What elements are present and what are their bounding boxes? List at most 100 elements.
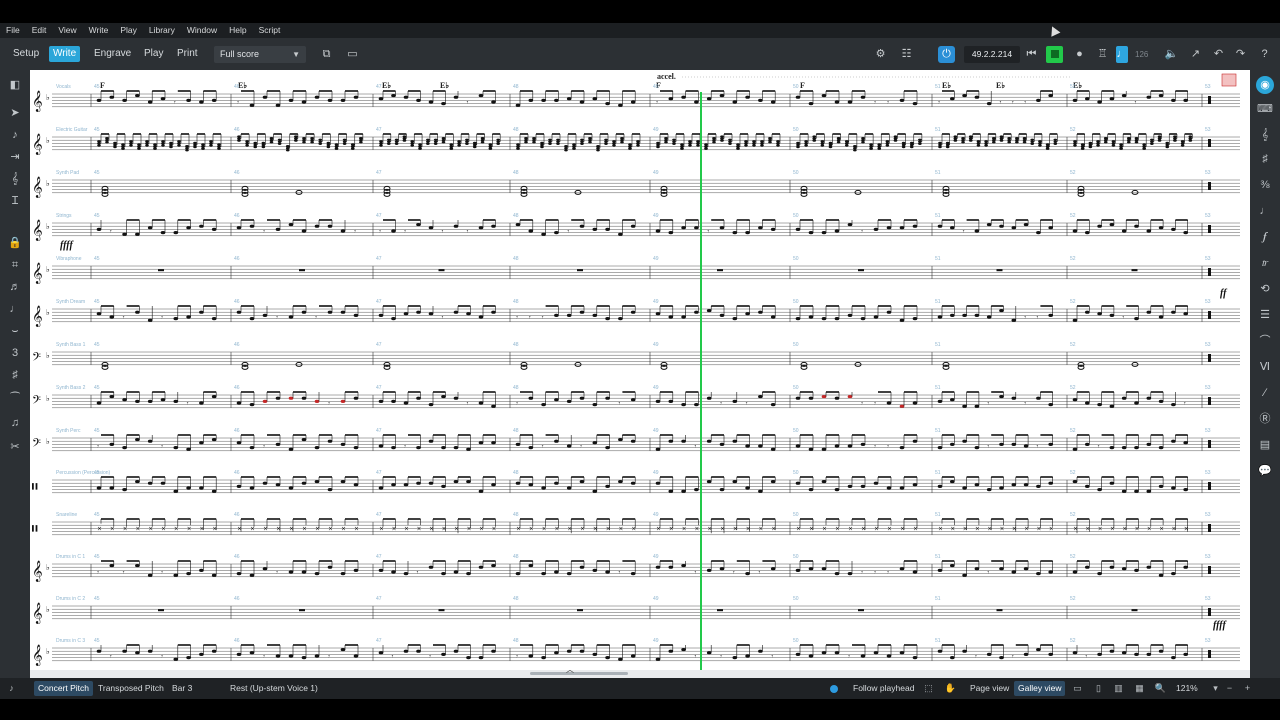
holds-icon[interactable]: ⌒ [1256,332,1274,350]
tempo-icon[interactable]: ♩ [1256,202,1274,220]
notehead [1053,142,1058,145]
playing-techniques-icon[interactable]: Ⅵ [1256,358,1274,376]
notehead [340,310,346,314]
lines-icon[interactable]: ∕ [1256,384,1274,402]
menu-view[interactable]: View [52,23,82,38]
note-input-icon[interactable]: ♪ [6,126,24,144]
zoom-dropdown-icon[interactable]: ▾ [1208,681,1223,696]
ornaments-icon[interactable]: 𝆖 [1256,254,1274,272]
scissors-icon[interactable]: ✂ [6,438,24,456]
menu-play[interactable]: Play [114,23,143,38]
mode-play[interactable]: Play [140,46,167,62]
notehead [1097,488,1102,492]
volume-icon[interactable]: 🔈 [1163,46,1180,63]
time-signature-icon[interactable]: ⅜ [1256,176,1274,194]
open-external-icon[interactable]: ↗ [1187,46,1204,63]
key-signature-icon[interactable]: ♯ [1256,150,1274,168]
undo-icon[interactable]: ↶ [1210,46,1227,63]
mode-setup[interactable]: Setup [9,46,43,62]
eighth-rest: 𝄾 [467,98,469,106]
left-panel-toggle-icon[interactable]: ◧ [6,76,24,94]
grace-note-icon[interactable]: ♬ [6,278,24,296]
zoom-in-icon[interactable]: + [1240,681,1255,696]
single-page-icon[interactable]: ▯ [1091,681,1106,696]
rehearsal-mark-icon[interactable]: Ⓡ [1256,410,1274,428]
menu-window[interactable]: Window [181,23,223,38]
tuplet-icon[interactable]: 3 [6,344,24,362]
play-icon[interactable] [1046,46,1063,63]
galley-view-toggle[interactable]: Galley view [1014,681,1066,696]
page-view-toggle[interactable]: Page view [966,681,1013,696]
mode-engrave[interactable]: Engrave [90,46,135,62]
zoom-out-icon[interactable]: − [1222,681,1237,696]
layout-selector[interactable]: Full score ▼ [214,46,306,63]
mode-print[interactable]: Print [173,46,202,62]
voice-icon[interactable]: ♫ [6,414,24,432]
menu-write[interactable]: Write [83,23,115,38]
zoom-level[interactable]: 121% [1172,681,1202,696]
follow-playhead-toggle[interactable]: Follow playhead [849,681,918,696]
tie-icon[interactable]: ⁀ [6,390,24,408]
score-canvas[interactable]: F E♭ E♭ E♭ F F E♭ E♭ E♭accel.Vocals𝄞 ♭45 46 47 48 49 5… [30,70,1250,670]
help-icon[interactable]: ? [1256,46,1273,63]
lyrics-icon[interactable]: Ɪ [6,192,24,210]
force-duration-icon[interactable]: ⌗ [6,256,24,274]
notehead [795,396,801,400]
notehead [480,141,485,144]
menu-help[interactable]: Help [223,23,252,38]
clef-icon: 𝄢 [32,351,41,367]
mixer-faders-icon[interactable]: ☷ [898,46,915,63]
note-input-status-icon[interactable]: ♪ [4,681,19,696]
menu-script[interactable]: Script [253,23,287,38]
menu-library[interactable]: Library [143,23,181,38]
follow-playhead-toggle-icon[interactable] [830,685,838,693]
page-arrangement-icon[interactable]: ▦ [1132,681,1147,696]
bars-icon[interactable]: ☰ [1256,306,1274,324]
transposed-pitch-toggle[interactable]: Transposed Pitch [94,681,168,696]
menu-edit[interactable]: Edit [26,23,53,38]
keyboard-icon[interactable]: ⌨ [1256,100,1274,118]
horizontal-scrollbar[interactable]: ︿ [30,665,1250,678]
notehead [186,226,191,230]
rewind-icon[interactable]: ⏮ [1023,46,1040,63]
activate-project-icon[interactable]: ⏻ [938,46,955,63]
zoom-icon[interactable]: 🔍 [1153,681,1168,696]
window-view-icon[interactable]: ▭ [344,46,361,63]
redo-icon[interactable]: ↷ [1232,46,1249,63]
metronome-icon[interactable]: ♖ [1094,46,1111,63]
duration-icon[interactable]: ♩ [6,300,24,318]
notehead [1096,144,1100,147]
hand-tool-icon[interactable]: ✋ [943,681,958,696]
chords-icon[interactable]: 𝄞 [6,170,24,188]
score-galley[interactable]: F E♭ E♭ E♭ F F E♭ E♭ E♭ accel. Vocals 𝄞 ♭ 45 46 47 48 49 5… [30,70,1250,670]
layout-options-icon[interactable]: ⧉ [318,46,335,63]
lock-duration-icon[interactable]: 🔒 [6,234,24,252]
comments-icon[interactable]: 💬 [1256,462,1274,480]
notehead [968,139,973,142]
slur-icon[interactable]: ⌣ [6,322,24,340]
repeat-icon[interactable]: ⟲ [1256,280,1274,298]
palette-icon[interactable]: ◉ [1256,76,1274,94]
click-toggle-icon[interactable]: ♩ [1116,46,1128,63]
bar-number: 53 [1205,84,1211,90]
insert-mode-icon[interactable]: ⇥ [6,148,24,166]
select-tool-status-icon[interactable]: ⬚ [921,681,936,696]
dynamics-icon[interactable]: 𝆑 [1256,228,1274,246]
select-tool-icon[interactable]: ➤ [6,104,24,122]
menu-file[interactable]: File [0,23,26,38]
bar-number: 46 [234,428,240,434]
multi-page-icon[interactable]: ▥ [1111,681,1126,696]
key-signature-flat-icon: ♭ [46,265,50,274]
scrollbar-thumb[interactable] [530,672,628,675]
record-icon[interactable]: ● [1071,46,1088,63]
mode-write[interactable]: Write [49,46,81,62]
clef-icon[interactable]: 𝄞 [1256,126,1274,144]
concert-pitch-toggle[interactable]: Concert Pitch [34,681,94,696]
mixer-settings-icon[interactable]: ⚙ [872,46,889,63]
articulation-icon[interactable]: ♯ [6,366,24,384]
expand-panel-chevron-icon[interactable]: ︿ [566,664,574,675]
notehead [1208,225,1211,233]
spread-view-icon[interactable]: ▭ [1070,681,1085,696]
text-icon[interactable]: ▤ [1256,436,1274,454]
eighth-rest: 𝄾 [1085,652,1087,660]
